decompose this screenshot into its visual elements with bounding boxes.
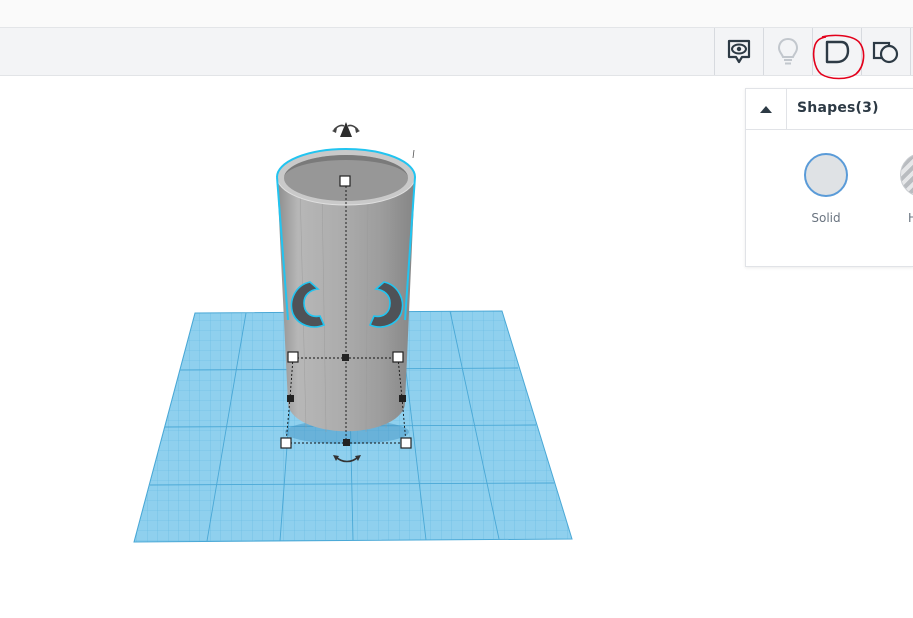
red-highlight-circle — [812, 34, 865, 80]
toolbar-divider — [910, 28, 911, 75]
lightbulb-button[interactable] — [764, 28, 812, 75]
solid-option[interactable]: Solid — [796, 153, 856, 225]
shapes-panel-title: Shapes(3) — [797, 100, 879, 116]
solid-swatch — [804, 153, 848, 197]
hole-option[interactable]: H — [878, 153, 913, 225]
top-bar — [0, 0, 913, 28]
lightbulb-icon — [777, 37, 799, 64]
tick-mark — [412, 149, 415, 159]
lift-arrow-icon[interactable] — [332, 122, 360, 137]
group-shapes-icon — [872, 41, 899, 63]
view-icon — [727, 39, 751, 63]
shapes-panel: Shapes(3) Solid H — [745, 88, 913, 267]
shapes-panel-header: Shapes(3) — [746, 89, 913, 130]
collapse-button[interactable] — [746, 89, 787, 129]
group-shapes-button[interactable] — [862, 28, 910, 75]
view-button[interactable] — [715, 28, 763, 75]
triangle-up-icon — [760, 106, 772, 113]
solid-label: Solid — [811, 211, 841, 225]
toolbar — [0, 28, 913, 76]
hole-swatch — [900, 153, 913, 197]
hole-label: H — [908, 211, 913, 225]
